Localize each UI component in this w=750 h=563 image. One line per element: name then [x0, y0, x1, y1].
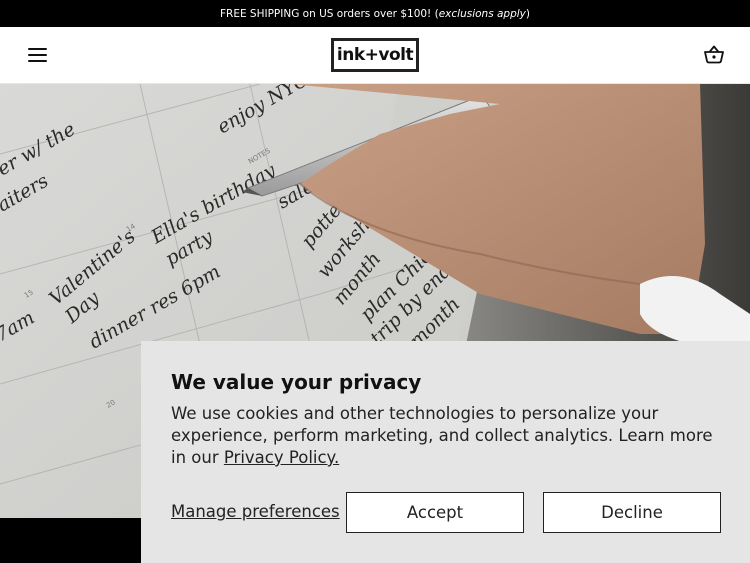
announcement-bar: FREE SHIPPING on US orders over $100! (e… — [0, 0, 750, 27]
site-header: ink+volt — [0, 27, 750, 84]
announcement-close: ) — [525, 7, 531, 20]
shopping-basket-icon[interactable] — [703, 43, 725, 65]
announcement-emphasis: exclusions apply — [438, 7, 526, 20]
hamburger-menu-icon[interactable] — [28, 47, 47, 63]
privacy-policy-link[interactable]: Privacy Policy. — [224, 448, 339, 467]
cookie-body: We use cookies and other technologies to… — [171, 403, 731, 469]
decline-button[interactable]: Decline — [543, 492, 721, 533]
cookie-title: We value your privacy — [171, 370, 422, 394]
announcement-text: FREE SHIPPING on US orders over $100! ( — [219, 7, 439, 20]
manage-preferences-link[interactable]: Manage preferences — [171, 502, 340, 521]
site-logo[interactable]: ink+volt — [331, 38, 419, 72]
accept-button[interactable]: Accept — [346, 492, 524, 533]
cookie-consent-banner: We value your privacy We use cookies and… — [141, 341, 750, 563]
